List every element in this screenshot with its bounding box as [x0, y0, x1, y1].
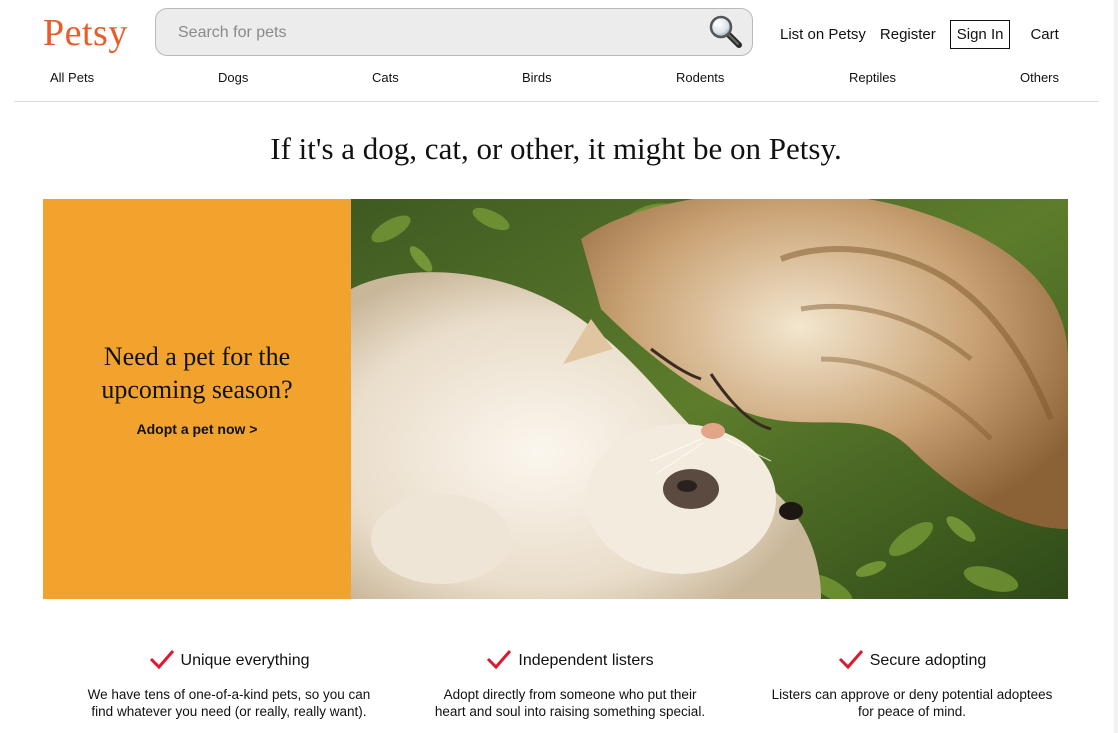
- checkmark-icon: [486, 648, 512, 670]
- feature-description-line: Listers can approve or deny potential ad…: [771, 687, 1053, 702]
- header-divider: [14, 101, 1099, 102]
- search-bar[interactable]: [155, 8, 753, 56]
- magnifier-icon[interactable]: [708, 14, 744, 50]
- feature-independent: Independent listers Adopt directly from …: [400, 648, 740, 720]
- feature-description-line: heart and soul into raising something sp…: [434, 704, 706, 719]
- feature-description-line: for peace of mind.: [857, 704, 967, 719]
- feature-title-text: Unique everything: [180, 652, 310, 669]
- nav-rodents[interactable]: Rodents: [676, 70, 724, 85]
- account-links: List on Petsy Register Sign In Cart: [780, 18, 1059, 50]
- promo-panel: Need a pet for the upcoming season? Adop…: [43, 199, 351, 599]
- nav-cats[interactable]: Cats: [372, 70, 399, 85]
- checkmark-icon: [838, 648, 864, 670]
- feature-secure: Secure adopting Listers can approve or d…: [742, 648, 1082, 720]
- adopt-pet-link[interactable]: Adopt a pet now >: [43, 421, 351, 437]
- promo-heading: Need a pet for the upcoming season?: [43, 340, 351, 406]
- page-tagline: If it's a dog, cat, or other, it might b…: [270, 131, 842, 166]
- promo-heading-line2: upcoming season?: [101, 375, 293, 404]
- cart-link[interactable]: Cart: [1030, 26, 1058, 43]
- nav-birds[interactable]: Birds: [522, 70, 552, 85]
- feature-description: Listers can approve or deny potential ad…: [742, 686, 1082, 720]
- feature-description-line: We have tens of one-of-a-kind pets, so y…: [87, 687, 371, 702]
- feature-list: Unique everything We have tens of one-of…: [0, 648, 1118, 733]
- nav-dogs[interactable]: Dogs: [218, 70, 248, 85]
- list-on-petsy-link[interactable]: List on Petsy: [780, 26, 866, 43]
- page-scrollbar[interactable]: [1114, 0, 1118, 733]
- checkmark-icon: [149, 648, 175, 670]
- sign-in-button[interactable]: Sign In: [949, 19, 1011, 49]
- feature-title-text: Independent listers: [518, 652, 654, 669]
- feature-description-line: Adopt directly from someone who put thei…: [443, 687, 697, 702]
- feature-unique: Unique everything We have tens of one-of…: [59, 648, 399, 720]
- category-nav: All Pets Dogs Cats Birds Rodents Reptile…: [0, 70, 1118, 88]
- feature-description-line: find whatever you need (or really, reall…: [91, 704, 367, 719]
- hero-pet-photo: [351, 199, 1068, 599]
- nav-all-pets[interactable]: All Pets: [50, 70, 94, 85]
- site-logo[interactable]: Petsy: [43, 11, 128, 55]
- feature-title: Unique everything: [149, 648, 310, 670]
- feature-description: Adopt directly from someone who put thei…: [400, 686, 740, 720]
- promo-heading-line1: Need a pet for the: [103, 342, 291, 371]
- hero-banner: Need a pet for the upcoming season? Adop…: [43, 199, 1068, 599]
- nav-others[interactable]: Others: [1020, 70, 1059, 85]
- feature-description: We have tens of one-of-a-kind pets, so y…: [59, 686, 399, 720]
- register-link[interactable]: Register: [880, 26, 936, 43]
- nav-reptiles[interactable]: Reptiles: [849, 70, 896, 85]
- feature-title-text: Secure adopting: [869, 652, 987, 669]
- feature-title: Secure adopting: [838, 648, 987, 670]
- site-header: Petsy List on Petsy Register Sign: [0, 0, 1118, 102]
- feature-title: Independent listers: [486, 648, 654, 670]
- search-input[interactable]: [178, 19, 698, 47]
